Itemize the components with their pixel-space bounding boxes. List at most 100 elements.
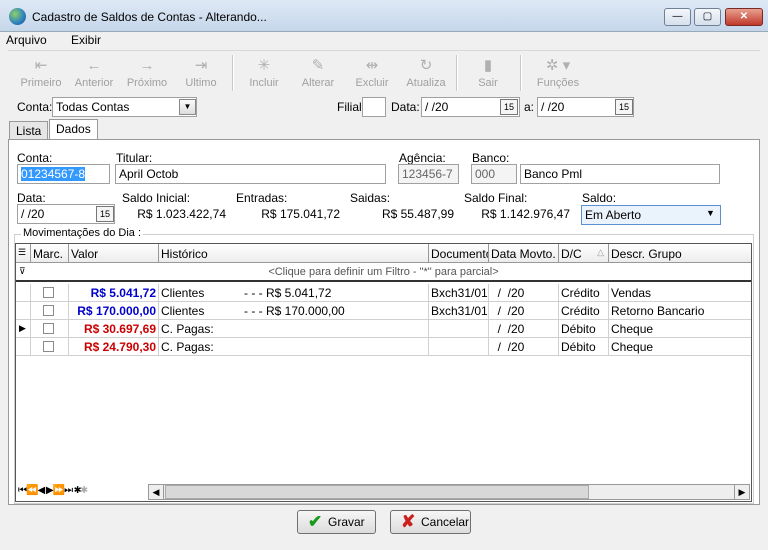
incluir-button[interactable]: ✳ Incluir bbox=[235, 55, 293, 93]
titular-label: Titular: bbox=[116, 151, 153, 165]
table-row[interactable]: R$ 5.041,72 Clientes - - - R$ 5.041,72 Bx… bbox=[16, 284, 751, 302]
scroll-right-icon[interactable]: ▶ bbox=[734, 485, 749, 499]
incluir-label: Incluir bbox=[249, 77, 279, 89]
sair-button[interactable]: ▮ Sair bbox=[459, 55, 517, 93]
col-documento[interactable]: Documento bbox=[429, 244, 489, 263]
calendar-icon[interactable]: 15 bbox=[500, 99, 518, 115]
primeiro-button[interactable]: ⇤ Primeiro bbox=[12, 55, 70, 93]
prior-record-icon[interactable]: ◀ bbox=[37, 485, 45, 496]
filter-conta-combo[interactable]: Todas Contas bbox=[52, 97, 197, 117]
col-marc[interactable]: Marc. bbox=[31, 244, 69, 263]
funcoes-button[interactable]: ✲ ▾ Funções bbox=[523, 55, 593, 93]
anterior-button[interactable]: ← Anterior bbox=[65, 55, 123, 93]
grid-columns-icon[interactable]: ☰ bbox=[16, 244, 31, 263]
marc-checkbox[interactable] bbox=[43, 287, 54, 298]
funcoes-label: Funções bbox=[536, 77, 580, 89]
arrow-left-icon: ← bbox=[86, 57, 102, 74]
saldo-label: Saldo: bbox=[582, 191, 617, 205]
grupo-cell: Cheque bbox=[611, 340, 654, 354]
first-record-icon: ⇤ bbox=[34, 57, 48, 74]
table-row[interactable]: ▶ R$ 30.697,69 C. Pagas: / /20 Débito Ch… bbox=[16, 320, 751, 338]
marc-checkbox[interactable] bbox=[43, 341, 54, 352]
edit-record-icon[interactable]: ✱ bbox=[80, 485, 88, 496]
movimentacoes-label: Movimentações do Dia : bbox=[21, 227, 143, 239]
col-valor[interactable]: Valor bbox=[69, 244, 159, 263]
maximize-button[interactable]: ▢ bbox=[694, 8, 721, 26]
checkmark-icon: ✔ bbox=[308, 512, 323, 531]
prior-page-icon[interactable]: ⏪ bbox=[26, 485, 38, 496]
horizontal-scrollbar[interactable]: ◀ ▶ bbox=[148, 484, 750, 500]
gravar-button[interactable]: ✔ Gravar bbox=[297, 510, 376, 534]
saldo-select[interactable]: Em Aberto bbox=[581, 205, 721, 225]
door-icon: ▮ bbox=[483, 57, 493, 74]
filter-row[interactable]: ⊽ <Clique para definir um Filtro - "*" p… bbox=[16, 263, 751, 282]
agencia-input[interactable]: 123456-7 bbox=[398, 164, 459, 184]
banco-label: Banco: bbox=[472, 151, 510, 165]
proximo-button[interactable]: → Próximo bbox=[118, 55, 176, 93]
table-row[interactable]: R$ 24.790,30 C. Pagas: / /20 Débito Cheq… bbox=[16, 338, 751, 356]
col-dc[interactable]: D/C △ bbox=[559, 244, 609, 263]
ultimo-label: Ultimo bbox=[185, 77, 217, 89]
marc-checkbox[interactable] bbox=[43, 323, 54, 334]
historico-text: Clientes bbox=[161, 304, 205, 318]
calendar-icon[interactable]: 15 bbox=[96, 206, 114, 222]
cancelar-button[interactable]: ✘ Cancelar bbox=[390, 510, 471, 534]
next-record-icon[interactable]: ▶ bbox=[46, 485, 54, 496]
scroll-thumb[interactable] bbox=[165, 485, 589, 499]
saidas-label: Saidas: bbox=[350, 191, 391, 205]
scroll-left-icon[interactable]: ◀ bbox=[149, 485, 164, 499]
current-row-icon: ▶ bbox=[16, 320, 31, 338]
dc-cell: Crédito bbox=[559, 302, 609, 320]
next-page-icon[interactable]: ⏩ bbox=[53, 485, 65, 496]
refresh-icon: ↻ bbox=[419, 57, 433, 74]
dc-cell: Débito bbox=[559, 338, 609, 356]
last-record-icon[interactable]: ⏭ bbox=[64, 485, 73, 496]
last-record-icon: ⇥ bbox=[194, 57, 208, 74]
data-label: Data: bbox=[17, 191, 46, 205]
filter-conta-label: Conta: bbox=[17, 100, 53, 114]
banco-code-input[interactable]: 000 bbox=[471, 164, 517, 184]
agencia-label: Agência: bbox=[399, 151, 446, 165]
filial-label: Filial: bbox=[337, 100, 366, 114]
banco-name-input[interactable]: Banco Pml bbox=[520, 164, 720, 184]
historico-cell: Clientes - - - R$ 5.041,72 bbox=[159, 284, 429, 302]
marc-cell bbox=[31, 320, 69, 338]
documento-cell: Bxch31/01. bbox=[431, 284, 489, 302]
titular-input[interactable]: April Octob bbox=[115, 164, 386, 184]
toolbar-separator bbox=[232, 55, 234, 91]
toolbar: ⇤ Primeiro ← Anterior → Próximo ⇥ Ultimo ✳ In… bbox=[8, 50, 760, 94]
toolbar-separator bbox=[520, 55, 522, 91]
delete-record-icon: ⇹ bbox=[365, 57, 379, 74]
excluir-button[interactable]: ⇹ Excluir bbox=[343, 55, 401, 93]
menu-arquivo[interactable]: Arquivo bbox=[6, 33, 47, 47]
tab-dados[interactable]: Dados bbox=[49, 119, 98, 140]
chevron-down-icon[interactable]: ▼ bbox=[179, 99, 196, 115]
table-row[interactable]: R$ 170.000,00 Clientes - - - R$ 170.000,0… bbox=[16, 302, 751, 320]
calendar-icon[interactable]: 15 bbox=[615, 99, 633, 115]
historico-text: Clientes bbox=[161, 286, 205, 300]
menu-exibir[interactable]: Exibir bbox=[71, 33, 101, 47]
atualiza-label: Atualiza bbox=[406, 77, 446, 89]
grupo-cell: Retorno Bancario bbox=[611, 304, 705, 318]
chevron-down-icon[interactable]: ▼ bbox=[706, 208, 715, 218]
ultimo-button[interactable]: ⇥ Ultimo bbox=[172, 55, 230, 93]
close-button[interactable]: ✕ bbox=[725, 8, 763, 26]
saldo-value: Em Aberto bbox=[585, 208, 642, 222]
col-data-movto[interactable]: Data Movto. bbox=[489, 244, 559, 263]
minimize-button[interactable]: — bbox=[664, 8, 691, 26]
col-descr-grupo[interactable]: Descr. Grupo bbox=[609, 244, 751, 263]
saldo-final-label: Saldo Final: bbox=[464, 191, 528, 205]
tab-lista[interactable]: Lista bbox=[9, 121, 49, 140]
grid-navigator: ⏮⏪◀ ▶⏩⏭ ✱✱ bbox=[18, 485, 140, 499]
historico-detail: - - - R$ 170.000,00 bbox=[244, 304, 345, 318]
col-historico[interactable]: Histórico bbox=[159, 244, 429, 263]
row-indicator bbox=[16, 338, 31, 356]
alterar-button[interactable]: ✎ Alterar bbox=[289, 55, 347, 93]
marc-checkbox[interactable] bbox=[43, 305, 54, 316]
atualiza-button[interactable]: ↻ Atualiza bbox=[397, 55, 455, 93]
conta-input[interactable]: 01234567-8 bbox=[17, 164, 110, 184]
edit-record-icon: ✎ bbox=[311, 57, 325, 74]
filial-input[interactable] bbox=[362, 97, 386, 117]
first-record-icon[interactable]: ⏮ bbox=[18, 485, 27, 496]
conta-value: 01234567-8 bbox=[21, 167, 86, 181]
